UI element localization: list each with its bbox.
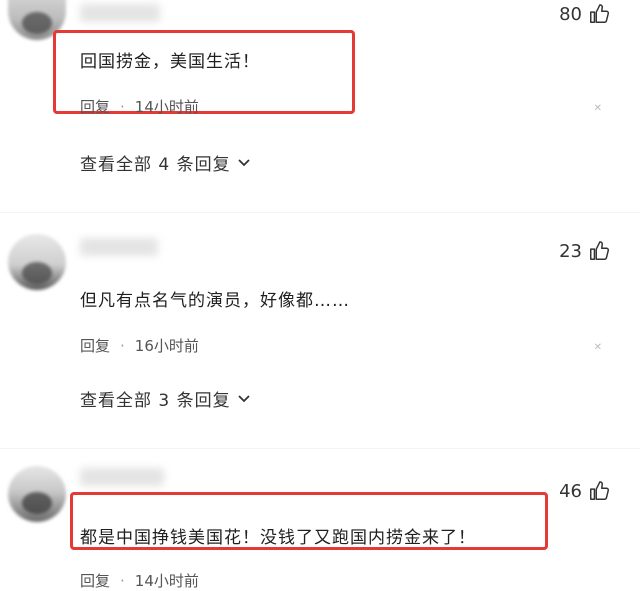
separator-dot: ·	[120, 571, 125, 590]
username-blurred	[80, 238, 158, 256]
comment-text: 都是中国挣钱美国花！没钱了又跑国内捞金来了！	[80, 528, 476, 548]
reply-button[interactable]: 回复	[80, 335, 110, 356]
like-control[interactable]: 80	[559, 3, 610, 25]
comment-text: 回国捞金，美国生活！	[80, 52, 260, 72]
like-count: 80	[559, 3, 582, 25]
reply-button[interactable]: 回复	[80, 570, 110, 591]
comment-text: 但凡有点名气的演员，好像都……	[80, 291, 350, 311]
separator-dot: ·	[120, 336, 125, 355]
comment-item: 23 但凡有点名气的演员，好像都…… 回复 · 16小时前 ✕ 查看全部 3 条…	[0, 222, 640, 422]
view-all-replies-button[interactable]: 查看全部 4 条回复	[80, 150, 251, 175]
comment-meta: 回复 · 14小时前	[80, 96, 199, 117]
like-control[interactable]: 46	[559, 480, 610, 502]
like-control[interactable]: 23	[559, 240, 610, 262]
comment-meta: 回复 · 14小时前	[80, 570, 199, 591]
divider	[0, 448, 640, 449]
username-blurred	[80, 4, 160, 22]
avatar[interactable]	[8, 234, 66, 290]
view-replies-label: 查看全部 3 条回复	[80, 391, 231, 411]
close-icon[interactable]: ✕	[594, 342, 602, 353]
comment-list-screen: { "comments": [ { "likes": "80", "text":…	[0, 0, 640, 590]
thumbs-up-icon[interactable]	[588, 240, 610, 262]
comment-meta: 回复 · 16小时前	[80, 335, 199, 356]
timestamp: 14小时前	[134, 98, 199, 116]
chevron-down-icon	[237, 158, 250, 166]
thumbs-up-icon[interactable]	[588, 3, 610, 25]
thumbs-up-icon[interactable]	[588, 480, 610, 502]
close-icon[interactable]: ✕	[594, 103, 602, 114]
comment-item: 80 回国捞金，美国生活！ 回复 · 14小时前 ✕ 查看全部 4 条回复	[0, 0, 640, 200]
comment-item: 46 都是中国挣钱美国花！没钱了又跑国内捞金来了！ 回复 · 14小时前	[0, 458, 640, 590]
separator-dot: ·	[120, 97, 125, 116]
view-all-replies-button[interactable]: 查看全部 3 条回复	[80, 386, 251, 411]
username-blurred	[80, 468, 164, 486]
timestamp: 14小时前	[134, 572, 199, 590]
divider	[0, 212, 640, 213]
view-replies-label: 查看全部 4 条回复	[80, 155, 231, 175]
chevron-down-icon	[237, 394, 250, 402]
timestamp: 16小时前	[134, 337, 199, 355]
like-count: 23	[559, 240, 582, 262]
avatar[interactable]	[8, 466, 66, 522]
reply-button[interactable]: 回复	[80, 96, 110, 117]
like-count: 46	[559, 480, 582, 502]
